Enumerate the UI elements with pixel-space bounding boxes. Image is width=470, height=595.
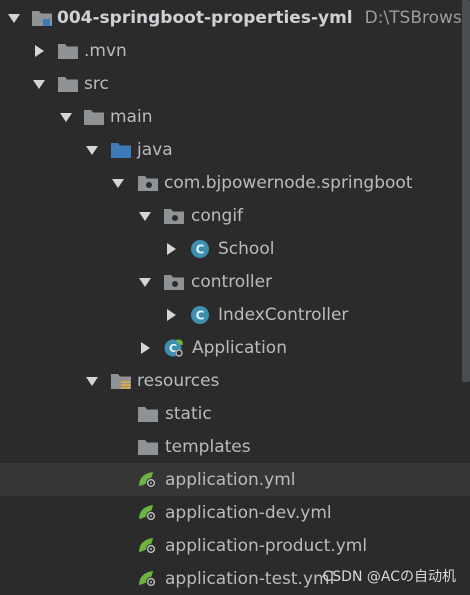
folder-icon <box>57 41 79 61</box>
module-icon <box>31 8 53 28</box>
tree-node-templates[interactable]: templates <box>0 430 470 463</box>
chevron-down-icon[interactable] <box>31 76 47 92</box>
folder-icon <box>57 74 79 94</box>
tree-node-label: congif <box>191 205 244 226</box>
tree-node-index-controller[interactable]: IndexController <box>0 298 470 331</box>
class-icon <box>189 305 211 325</box>
tree-node-label: application-test.yml <box>165 568 335 589</box>
tree-node-application-product-yml[interactable]: application-product.yml <box>0 529 470 562</box>
spring-yml-icon <box>137 470 159 490</box>
chevron-down-icon[interactable] <box>6 10 22 26</box>
class-icon <box>189 239 211 259</box>
spring-boot-class-icon <box>163 338 185 358</box>
chevron-right-icon[interactable] <box>163 241 179 257</box>
tree-node-static[interactable]: static <box>0 397 470 430</box>
project-path: D:\TSBrowser\ <box>364 7 470 28</box>
chevron-right-icon[interactable] <box>137 340 153 356</box>
package-icon <box>163 272 185 292</box>
tree-node-label: application-product.yml <box>165 535 368 556</box>
chevron-right-icon[interactable] <box>31 43 47 59</box>
tree-node-label: resources <box>137 370 220 391</box>
tree-node-mvn[interactable]: .mvn <box>0 34 470 67</box>
package-icon <box>137 173 159 193</box>
tree-node-label: application-dev.yml <box>165 502 332 523</box>
tree-node-application-dev-yml[interactable]: application-dev.yml <box>0 496 470 529</box>
project-tree: 004-springboot-properties-yml D:\TSBrowse… <box>0 0 470 594</box>
chevron-down-icon[interactable] <box>137 208 153 224</box>
tree-node-controller[interactable]: controller <box>0 265 470 298</box>
tree-node-label: templates <box>165 436 251 457</box>
chevron-down-icon[interactable] <box>84 373 100 389</box>
tree-node-label: School <box>218 238 275 259</box>
tree-node-application-yml[interactable]: application.yml <box>0 463 470 496</box>
spring-yml-icon <box>137 569 159 589</box>
chevron-right-icon[interactable] <box>163 307 179 323</box>
tree-node-application[interactable]: Application <box>0 331 470 364</box>
tree-node-label: application.yml <box>165 469 296 490</box>
source-folder-icon <box>110 140 132 160</box>
tree-node-src[interactable]: src <box>0 67 470 100</box>
tree-node-package[interactable]: com.bjpowernode.springboot <box>0 166 470 199</box>
tree-node-label: Application <box>192 337 287 358</box>
tree-node-school[interactable]: School <box>0 232 470 265</box>
chevron-down-icon[interactable] <box>137 274 153 290</box>
tree-node-label: controller <box>191 271 273 292</box>
tree-node-java[interactable]: java <box>0 133 470 166</box>
watermark: CSDN @ACの自动机 <box>322 569 456 585</box>
tree-node-project-root[interactable]: 004-springboot-properties-yml D:\TSBrowse… <box>0 1 470 34</box>
tree-node-label: 004-springboot-properties-yml D:\TSBrowse… <box>57 8 470 28</box>
tree-node-label: static <box>165 403 212 424</box>
tree-node-label: com.bjpowernode.springboot <box>164 172 413 193</box>
project-name: 004-springboot-properties-yml <box>57 7 353 28</box>
folder-icon <box>83 107 105 127</box>
tree-node-main[interactable]: main <box>0 100 470 133</box>
tree-node-congif[interactable]: congif <box>0 199 470 232</box>
package-icon <box>163 206 185 226</box>
folder-icon <box>137 404 159 424</box>
vertical-scrollbar[interactable] <box>462 0 470 382</box>
chevron-down-icon[interactable] <box>58 109 74 125</box>
tree-node-label: java <box>137 139 173 160</box>
tree-node-label: .mvn <box>84 40 127 61</box>
resources-folder-icon <box>110 371 132 391</box>
spring-yml-icon <box>137 503 159 523</box>
folder-icon <box>137 437 159 457</box>
tree-node-resources[interactable]: resources <box>0 364 470 397</box>
spring-yml-icon <box>137 536 159 556</box>
chevron-down-icon[interactable] <box>110 175 126 191</box>
tree-node-label: src <box>84 73 109 94</box>
chevron-down-icon[interactable] <box>84 142 100 158</box>
tree-node-label: IndexController <box>218 304 349 325</box>
tree-node-label: main <box>110 106 153 127</box>
